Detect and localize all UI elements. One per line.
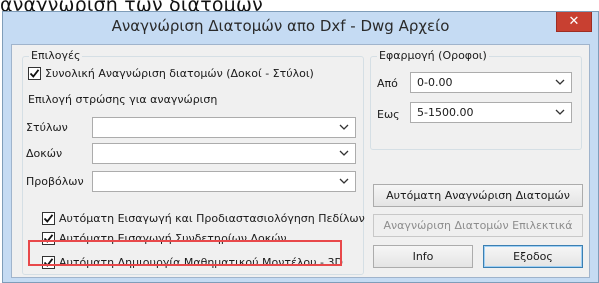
title-bar: Αναγνώριση Διατομών απο Dxf - Dwg Αρχείο… (3, 12, 598, 42)
cantilevers-label: Προβόλων (26, 175, 84, 188)
overall-recognition-checkbox[interactable]: Συνολική Αναγνώριση διατομών (Δοκοί - Στ… (28, 67, 314, 80)
checkbox-box (28, 67, 41, 80)
checkbox-box (42, 212, 55, 225)
cantilevers-layer-select[interactable] (92, 171, 356, 192)
exit-button[interactable]: Εξοδος (483, 245, 583, 268)
beams-label: Δοκών (26, 147, 63, 160)
chevron-down-icon (339, 150, 349, 156)
chevron-down-icon (555, 109, 565, 115)
auto-recognition-button[interactable]: Αυτόματη Αναγνώριση Διατομών (373, 184, 583, 207)
close-button[interactable]: ✕ (556, 12, 592, 32)
selective-recognition-button[interactable]: Αναγνώριση Διατομών Επιλεκτικά (373, 214, 583, 237)
beams-layer-select[interactable] (92, 143, 356, 164)
overall-recognition-label: Συνολική Αναγνώριση διατομών (Δοκοί - Στ… (45, 67, 314, 80)
floors-group-title: Εφαρμογή (Οροφοι) (377, 49, 489, 62)
close-icon: ✕ (568, 14, 580, 29)
to-floor-select[interactable]: 5-1500.00 (410, 102, 572, 123)
auto-slab-insert-checkbox[interactable]: Αυτόματη Εισαγωγή και Προδιαστασιολόγηση… (42, 212, 365, 225)
chevron-down-icon (555, 79, 565, 85)
chevron-down-icon (339, 124, 349, 130)
checkmark-icon (43, 214, 54, 223)
highlight-annotation-box (28, 240, 342, 266)
options-group-title: Επιλογές (29, 49, 83, 62)
to-label: Εως (377, 108, 400, 121)
info-button[interactable]: Info (373, 245, 473, 268)
from-label: Από (377, 77, 398, 90)
columns-layer-select[interactable] (92, 117, 356, 138)
auto-slab-insert-label: Αυτόματη Εισαγωγή και Προδιαστασιολόγηση… (59, 212, 365, 225)
window-title: Αναγνώριση Διατομών απο Dxf - Dwg Αρχείο (111, 17, 450, 35)
layer-selection-heading: Επιλογή στρώσης για αναγνώριση (28, 93, 218, 106)
columns-label: Στύλων (26, 121, 68, 134)
from-floor-select[interactable]: 0-0.00 (410, 72, 572, 93)
floors-group: Εφαρμογή (Οροφοι) Από 0-0.00 Εως 5-1500.… (370, 49, 582, 150)
checkmark-icon (29, 69, 40, 78)
chevron-down-icon (339, 178, 349, 184)
